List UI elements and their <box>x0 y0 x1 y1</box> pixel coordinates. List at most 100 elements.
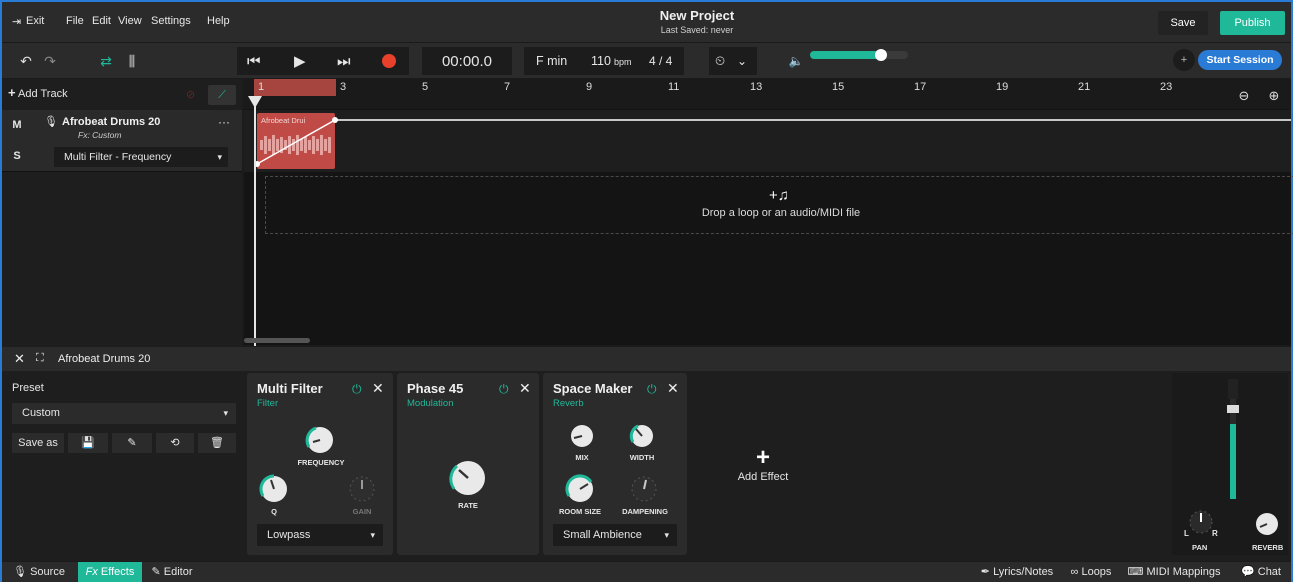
volume-icon[interactable]: 🔈 <box>784 49 808 73</box>
knob-label-gain: GAIN <box>352 507 372 516</box>
chat-button[interactable]: 💬 Chat <box>1236 562 1286 582</box>
publish-button[interactable]: Publish <box>1220 11 1285 35</box>
bar-number: 13 <box>750 81 763 93</box>
track-name[interactable]: Afrobeat Drums 20 <box>62 116 160 128</box>
pan-right-label: R <box>1212 529 1218 538</box>
preset-label: Preset <box>12 382 44 394</box>
width-knob[interactable] <box>629 423 655 449</box>
horizontal-scrollbar[interactable] <box>244 338 310 343</box>
volume-slider[interactable] <box>810 49 908 61</box>
remove-effect-icon[interactable]: ✕ <box>667 380 679 397</box>
menu-bar: ⇥ Exit File Edit View Settings Help New … <box>2 2 1291 42</box>
volume-knob[interactable] <box>875 49 887 61</box>
loop-region[interactable] <box>254 79 336 96</box>
playhead-handle[interactable] <box>248 96 262 108</box>
file-menu[interactable]: File <box>66 15 84 27</box>
add-track-button[interactable]: + Add Track <box>8 85 68 100</box>
bottom-bar: 🎙 Source Fx Effects ✎ Editor ✒ Lyrics/No… <box>2 562 1291 582</box>
edit-icon[interactable]: ✎ <box>112 433 152 453</box>
exit-menu[interactable]: Exit <box>26 15 44 27</box>
power-icon[interactable]: ⏻ <box>352 382 362 397</box>
bpm-value[interactable]: 110 <box>591 54 611 68</box>
play-icon[interactable]: ▶ <box>294 52 306 70</box>
reverb-knob[interactable] <box>1254 511 1280 537</box>
edit-menu[interactable]: Edit <box>92 15 111 27</box>
help-menu[interactable]: Help <box>207 15 230 27</box>
effect-name: Multi Filter <box>257 381 323 396</box>
tab-effects-label: Effects <box>100 566 135 578</box>
power-icon[interactable]: ⏻ <box>647 382 657 397</box>
delete-track-icon[interactable]: ⊘ <box>186 88 195 101</box>
loop-icon[interactable]: ⇄ <box>94 49 118 73</box>
mix-knob[interactable] <box>569 423 595 449</box>
add-effect-button[interactable]: + Add Effect <box>728 446 798 484</box>
history-icon[interactable]: ⟲ <box>156 433 194 453</box>
chat-label: Chat <box>1257 566 1281 578</box>
playhead[interactable] <box>254 96 256 346</box>
power-icon[interactable]: ⏻ <box>499 382 509 397</box>
exit-icon[interactable]: ⇥ <box>12 15 21 28</box>
loops-button[interactable]: ∞ Loops <box>1064 562 1118 582</box>
effect-name: Phase 45 <box>407 381 464 396</box>
timeline-ruler[interactable]: 1 3 5 7 9 11 13 15 17 19 21 23 <box>244 79 1291 109</box>
transport-controls: ⏮ ▶ ⏭ <box>237 47 409 75</box>
dampening-knob[interactable] <box>629 474 659 504</box>
tab-effects[interactable]: Fx Effects <box>78 562 142 582</box>
zoom-in-icon[interactable]: ⊕ <box>1264 88 1284 108</box>
track-menu-icon[interactable]: ··· <box>218 115 230 129</box>
start-session-button[interactable]: Start Session <box>1198 50 1282 70</box>
loops-label: Loops <box>1081 566 1112 578</box>
gain-knob[interactable] <box>347 474 377 504</box>
rate-knob[interactable] <box>449 459 487 497</box>
time-signature[interactable]: 4 / 4 <box>649 54 672 68</box>
automation-toggle-button[interactable]: ⟋ <box>208 85 236 105</box>
room-size-knob[interactable] <box>565 474 595 504</box>
expand-icon[interactable]: ⛶ <box>36 352 44 365</box>
midi-mappings-button[interactable]: ⌨ MIDI Mappings <box>1122 562 1226 582</box>
save-button[interactable]: Save <box>1158 11 1208 35</box>
solo-button[interactable]: S <box>2 141 32 172</box>
remove-effect-icon[interactable]: ✕ <box>519 380 531 397</box>
skip-back-icon[interactable]: ⏮ <box>247 53 261 70</box>
skip-forward-icon[interactable]: ⏭ <box>337 53 351 70</box>
save-as-button[interactable]: Save as <box>12 433 64 453</box>
drop-zone[interactable]: +♫ Drop a loop or an audio/MIDI file <box>265 176 1293 234</box>
bar-number: 1 <box>258 81 265 93</box>
reverb-preset-select[interactable]: Small Ambience <box>553 524 677 546</box>
zoom-out-icon[interactable]: ⊖ <box>1234 88 1254 108</box>
automation-curve[interactable] <box>244 110 1291 172</box>
knob-label-room-size: ROOM SIZE <box>558 507 602 516</box>
key-value[interactable]: F min <box>536 54 567 68</box>
redo-icon[interactable]: ↷ <box>38 49 62 73</box>
remove-effect-icon[interactable]: ✕ <box>372 380 384 397</box>
record-icon[interactable] <box>382 54 396 68</box>
tab-editor[interactable]: ✎ Editor <box>144 562 200 582</box>
close-icon[interactable]: ✕ <box>14 351 25 367</box>
undo-icon[interactable]: ↶ <box>14 49 38 73</box>
mute-button[interactable]: M <box>2 110 32 141</box>
track-fx-label[interactable]: Fx: Custom <box>78 130 121 140</box>
preset-select[interactable]: Custom <box>12 403 236 424</box>
lyrics-notes-button[interactable]: ✒ Lyrics/Notes <box>974 562 1060 582</box>
frequency-knob[interactable] <box>305 425 335 455</box>
tab-source[interactable]: 🎙 Source <box>2 562 76 582</box>
tempo-display: F min 110 bpm 4 / 4 <box>524 47 684 75</box>
bpm-unit: bpm <box>614 57 632 67</box>
filter-type-select[interactable]: Lowpass <box>257 524 383 546</box>
add-effect-label: Add Effect <box>737 471 789 483</box>
settings-menu[interactable]: Settings <box>151 15 191 27</box>
volume-fader-handle[interactable] <box>1227 405 1239 413</box>
metronome-icon[interactable]: ⏲ <box>715 53 725 69</box>
split-icon[interactable]: ⫼ <box>120 49 144 73</box>
chevron-down-icon[interactable]: ⌄ <box>737 54 747 68</box>
automation-param-select[interactable]: Multi Filter - Frequency <box>54 147 228 167</box>
add-user-icon[interactable]: + <box>1173 49 1195 71</box>
loop-infinity-icon: ∞ <box>1070 566 1079 578</box>
view-menu[interactable]: View <box>118 15 142 27</box>
pan-knob[interactable] <box>1188 509 1214 535</box>
project-title[interactable]: New Project <box>562 8 832 23</box>
q-knob[interactable] <box>259 474 289 504</box>
save-icon[interactable]: 💾 <box>68 433 108 453</box>
delete-icon[interactable]: 🗑 <box>198 433 236 453</box>
time-display[interactable]: 00:00.0 <box>422 47 512 75</box>
